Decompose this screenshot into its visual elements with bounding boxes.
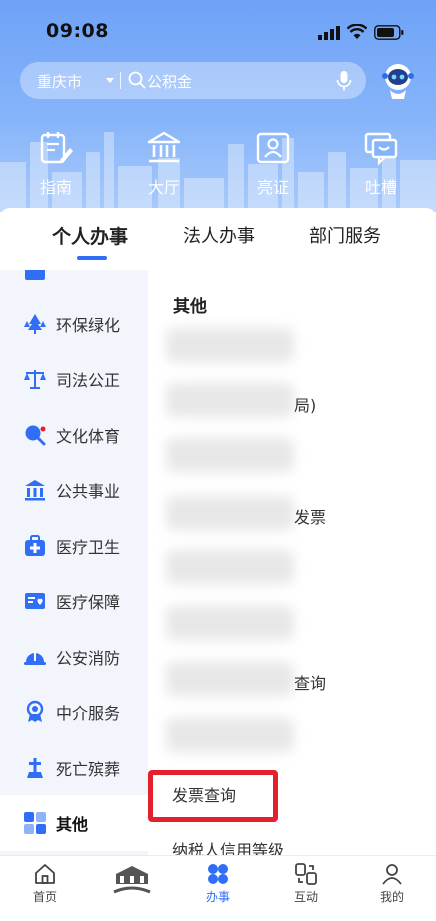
highlight-annotation: [148, 770, 278, 822]
caret-down-icon: [106, 78, 114, 83]
sidebar-item-culture-sports[interactable]: 文化体育: [0, 407, 148, 463]
list-item-text[interactable]: 查询: [294, 670, 326, 694]
list-item-text[interactable]: 纳税人信用等级: [172, 837, 284, 855]
sidebar-item-label: 司法公正: [56, 371, 121, 390]
quick-action-show-id[interactable]: 亮证: [243, 130, 303, 197]
quick-action-label: 大厅: [147, 178, 180, 197]
quick-action-guide[interactable]: 指南: [26, 130, 86, 197]
helmet-icon: [24, 651, 46, 665]
sidebar-item-environment[interactable]: 环保绿化: [0, 296, 148, 352]
building-icon: [25, 480, 45, 501]
sidebar-item-label: 公共事业: [56, 482, 121, 501]
header-banner: 09:08 重庆市 公积金 指南 大厅 亮证 吐槽: [0, 0, 436, 212]
sidebar-item-healthcare[interactable]: 医疗卫生: [0, 518, 148, 574]
sidebar-item-police-fire[interactable]: 公安消防: [0, 629, 148, 685]
tree-icon: [24, 314, 46, 334]
blurred-item: [166, 606, 294, 640]
list-item-text[interactable]: 局): [294, 392, 316, 416]
list-item-text[interactable]: 发票: [294, 504, 326, 528]
category-sidebar[interactable]: 环保绿化 司法公正 文化体育 公共事业 医疗卫生 医疗保障 公安消防 中介服务 …: [0, 270, 148, 855]
quick-action-label: 指南: [39, 178, 72, 197]
blurred-item: [166, 718, 294, 752]
sidebar-item-justice[interactable]: 司法公正: [0, 351, 148, 407]
blurred-item: [166, 662, 294, 696]
app-logo-icon: [113, 866, 151, 894]
guide-icon: [40, 132, 73, 164]
sidebar-item-label: 中介服务: [56, 704, 121, 723]
sidebar-item-label: 死亡殡葬: [56, 760, 121, 779]
grid-icon: [24, 812, 46, 834]
user-icon: [382, 864, 402, 885]
battery-icon: [374, 25, 404, 40]
blurred-item: [166, 496, 294, 530]
sidebar-item-agency-services[interactable]: 中介服务: [0, 684, 148, 740]
nav-app-logo[interactable]: [92, 856, 172, 921]
search-bar[interactable]: 重庆市 公积金: [20, 62, 366, 99]
nav-label: 我的: [379, 890, 404, 904]
service-tabs: 个人办事 法人办事 部门服务: [0, 208, 436, 270]
tab-legal-entity[interactable]: 法人办事: [183, 222, 255, 248]
tombstone-icon: [27, 758, 43, 778]
interact-icon: [295, 863, 317, 885]
badge-icon: [26, 700, 44, 722]
city-selector[interactable]: 重庆市: [37, 71, 82, 92]
section-title: 其他: [173, 297, 207, 317]
tab-department-services[interactable]: 部门服务: [309, 222, 381, 248]
ping-pong-icon: [25, 425, 46, 446]
blurred-item: [166, 550, 294, 584]
sidebar-item-label: 其他: [56, 815, 89, 834]
sidebar-item-label: 环保绿化: [56, 316, 121, 335]
blurred-item: [166, 383, 294, 417]
microphone-icon[interactable]: [336, 70, 352, 92]
bottom-navigation: 首页 办事 互动 我的: [0, 855, 436, 921]
sidebar-item-funeral[interactable]: 死亡殡葬: [0, 740, 148, 796]
nav-home[interactable]: 首页: [5, 856, 85, 921]
quick-action-hall[interactable]: 大厅: [134, 130, 194, 197]
quick-action-feedback[interactable]: 吐槽: [351, 130, 411, 197]
medical-card-icon: [25, 593, 45, 609]
nav-label: 首页: [32, 890, 57, 904]
sidebar-item-medical-insurance[interactable]: 医疗保障: [0, 573, 148, 629]
nav-label: 互动: [293, 890, 318, 904]
home-icon: [35, 864, 55, 884]
active-tab-indicator: [77, 256, 107, 260]
assistant-robot-icon[interactable]: [380, 62, 416, 100]
blurred-item: [166, 328, 294, 362]
status-time: 09:08: [46, 20, 109, 42]
search-input[interactable]: 公积金: [147, 71, 192, 92]
wifi-icon: [347, 24, 367, 39]
sidebar-item-label: 医疗保障: [56, 593, 121, 612]
medical-kit-icon: [25, 535, 45, 556]
partial-category-icon: [25, 270, 45, 280]
hall-icon: [147, 131, 181, 163]
nav-profile[interactable]: 我的: [352, 856, 432, 921]
search-divider: [120, 72, 121, 89]
blurred-item: [166, 438, 294, 472]
id-card-icon: [256, 132, 290, 164]
quick-action-label: 亮证: [256, 178, 289, 197]
nav-interact[interactable]: 互动: [266, 856, 346, 921]
nav-services[interactable]: 办事: [178, 856, 258, 921]
status-bar: 09:08: [0, 0, 436, 60]
services-icon: [208, 864, 228, 884]
service-list-panel: 其他 局) 发票 查询 发票查询 纳税人信用等级: [148, 270, 436, 855]
sidebar-item-label: 医疗卫生: [56, 538, 121, 557]
sidebar-item-public-utilities[interactable]: 公共事业: [0, 462, 148, 518]
cellular-signal-icon: [318, 26, 340, 40]
tab-personal[interactable]: 个人办事: [52, 222, 128, 249]
sidebar-item-label: 文化体育: [56, 427, 121, 446]
feedback-icon: [364, 132, 398, 166]
search-icon: [128, 71, 146, 89]
sidebar-item-label: 公安消防: [56, 649, 121, 668]
nav-label: 办事: [205, 890, 230, 904]
quick-action-label: 吐槽: [364, 178, 397, 197]
scales-icon: [24, 370, 46, 389]
sidebar-item-other[interactable]: 其他: [0, 795, 148, 851]
